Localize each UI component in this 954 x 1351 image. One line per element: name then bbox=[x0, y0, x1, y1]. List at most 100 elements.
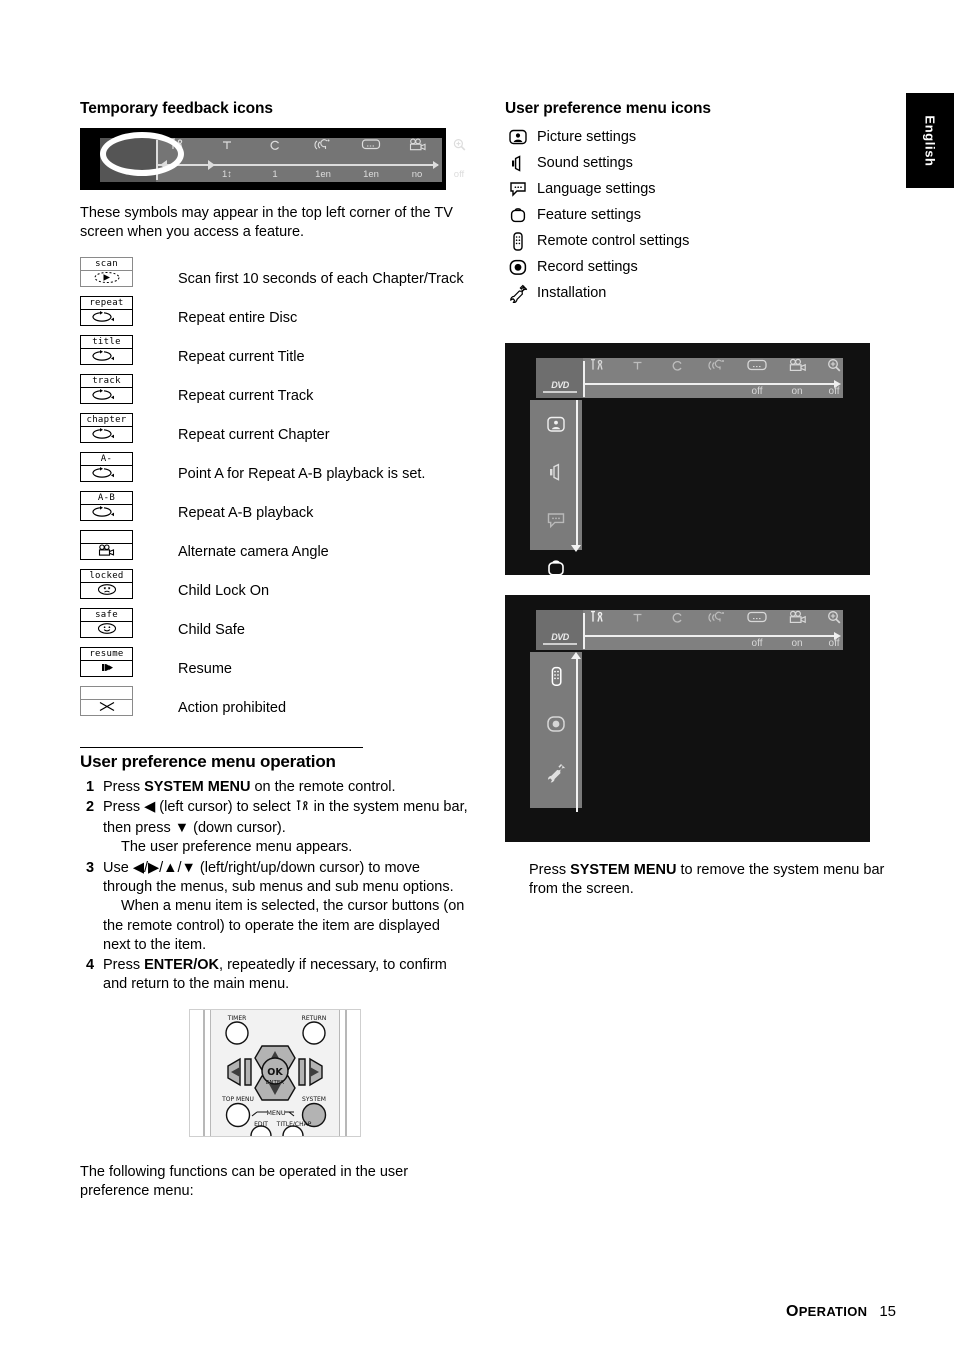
step-sub-text: When a menu item is selected, the cursor… bbox=[103, 898, 465, 953]
title-icon bbox=[204, 138, 250, 158]
feedback-slot-value: no bbox=[411, 169, 423, 180]
feedback-slot-zoom: off bbox=[436, 138, 482, 180]
side-icon-language[interactable] bbox=[530, 496, 582, 544]
feedback-icon-text: Repeat entire Disc bbox=[178, 309, 298, 326]
badge-label: repeat bbox=[81, 297, 132, 310]
side-icon-installation[interactable] bbox=[530, 748, 582, 796]
menu-slot-zoom: off bbox=[811, 610, 857, 650]
pref-icon-label: Feature settings bbox=[537, 207, 641, 223]
feedback-slot-audio: 1en bbox=[300, 138, 346, 180]
feature-settings-icon bbox=[505, 207, 531, 224]
badge-label: A-B bbox=[81, 492, 132, 505]
feedback-slot-value: 1en bbox=[315, 169, 331, 180]
side-icon-remote-control[interactable] bbox=[530, 652, 582, 700]
pref-icon-row: Remote control settings bbox=[505, 228, 895, 254]
pref-icon-label: Record settings bbox=[537, 259, 638, 275]
feedback-icon-badge: track bbox=[80, 373, 133, 404]
temporary-feedback-screenshot: 1↕ 1 1en 1en no off bbox=[80, 128, 465, 190]
menu-slot-value: off bbox=[828, 386, 840, 397]
feedback-icon-row: repeat Repeat entire Disc bbox=[80, 295, 470, 335]
chapter-icon bbox=[252, 138, 298, 158]
feedback-slot-value: 1↕ bbox=[221, 169, 233, 180]
step-text: Press ENTER/OK, repeatedly if necessary,… bbox=[103, 957, 447, 993]
feedback-icon-text: Repeat current Track bbox=[178, 387, 314, 404]
page-footer: OPERATION 15 bbox=[786, 1303, 896, 1321]
pref-icon-label: Remote control settings bbox=[537, 233, 690, 249]
pref-icon-label: Installation bbox=[537, 285, 607, 301]
feedback-slot-subtitle: 1en bbox=[348, 138, 394, 180]
feedback-slot-value: 1 bbox=[272, 169, 278, 180]
footer-page-number: 15 bbox=[879, 1303, 896, 1320]
step-number: 2 bbox=[86, 798, 95, 815]
resume-icon bbox=[81, 661, 132, 676]
feedback-icon-badge: chapter bbox=[80, 412, 133, 443]
remote-top-menu-label: TOP MENU bbox=[221, 1096, 254, 1103]
footer-section-label: OPERATION bbox=[785, 1303, 868, 1320]
remote-return-label: RETURN bbox=[302, 1015, 327, 1022]
system-menu-note: Press SYSTEM MENU to remove the system m… bbox=[529, 862, 885, 898]
feedback-icon-text: Child Safe bbox=[178, 621, 245, 638]
sad-face-icon bbox=[81, 583, 132, 598]
feedback-slot-value: off bbox=[453, 169, 465, 180]
feedback-icon-row: A- Point A for Repeat A-B playback is se… bbox=[80, 451, 470, 491]
feedback-icon-row: chapter Repeat current Chapter bbox=[80, 412, 470, 452]
feedback-icon-row: Alternate camera Angle bbox=[80, 529, 470, 569]
repeat-icon bbox=[81, 427, 132, 442]
badge-label: scan bbox=[81, 258, 132, 271]
pref-icon-row: Sound settings bbox=[505, 150, 895, 176]
scroll-indicator-line bbox=[576, 659, 578, 812]
feedback-icon-text: Child Lock On bbox=[178, 582, 270, 599]
step-text: Use ◀/▶/▲/▼ (left/right/up/down cursor) … bbox=[103, 860, 470, 955]
feedback-icon-badge bbox=[80, 529, 133, 560]
scroll-arrow-down-icon bbox=[571, 545, 581, 552]
disc-type-underline bbox=[543, 391, 577, 393]
feedback-icon-text: Point A for Repeat A-B playback is set. bbox=[178, 465, 426, 482]
pref-icon-label: Picture settings bbox=[537, 129, 637, 145]
step-number: 1 bbox=[86, 778, 95, 795]
language-settings-icon bbox=[505, 181, 531, 197]
feedback-icon-badge bbox=[80, 685, 133, 716]
happy-face-icon bbox=[81, 622, 132, 637]
zoom-icon bbox=[436, 138, 482, 158]
feedback-icon-row: scan Scan first 10 seconds of each Chapt… bbox=[80, 256, 470, 296]
operation-section: User preference menu operation 1 Press S… bbox=[80, 746, 470, 1147]
remote-ok-label: OK bbox=[267, 1067, 283, 1078]
feedback-slot-value: 1en bbox=[363, 169, 379, 180]
system-menu-icon bbox=[295, 799, 310, 819]
right-column: User preference menu icons Picture setti… bbox=[505, 100, 895, 842]
remote-timer-label: TIMER bbox=[227, 1015, 247, 1022]
scan-icon bbox=[81, 271, 132, 286]
pref-icon-row: Picture settings bbox=[505, 124, 895, 150]
feedback-slot-title: 1↕ bbox=[204, 138, 250, 180]
user-preference-icon-list: Picture settings Sound settings Language… bbox=[505, 124, 895, 306]
remote-edit-label: EDIT bbox=[254, 1121, 268, 1128]
remote-enter-label: ENTER bbox=[266, 1080, 284, 1086]
user-preference-icons-heading: User preference menu icons bbox=[505, 100, 711, 117]
feedback-icon-text: Action prohibited bbox=[178, 699, 287, 716]
repeat-icon bbox=[81, 505, 132, 520]
temporary-feedback-intro: These symbols may appear in the top left… bbox=[80, 205, 453, 241]
scroll-indicator-line bbox=[576, 400, 578, 547]
disc-type-underline bbox=[543, 643, 577, 645]
feedback-icon-badge: title bbox=[80, 334, 133, 365]
audio-language-icon bbox=[300, 138, 346, 158]
language-tab-label: English bbox=[922, 114, 938, 167]
feedback-icon-row: A-B Repeat A-B playback bbox=[80, 490, 470, 530]
feedback-icon-badge: resume bbox=[80, 646, 133, 677]
side-icon-sound[interactable] bbox=[530, 448, 582, 496]
pref-icon-row: Record settings bbox=[505, 254, 895, 280]
feedback-icon-badge: locked bbox=[80, 568, 133, 599]
badge-label: locked bbox=[81, 570, 132, 583]
side-icon-picture[interactable] bbox=[530, 400, 582, 448]
pref-icon-row: Installation bbox=[505, 280, 895, 306]
camera-angle-icon bbox=[394, 138, 440, 158]
preference-side-panel bbox=[530, 400, 582, 576]
side-icon-record[interactable] bbox=[530, 700, 582, 748]
feedback-icon-row: track Repeat current Track bbox=[80, 373, 470, 413]
step-text: Press ◀ (left cursor) to select in the s… bbox=[103, 799, 470, 858]
camera-angle-icon bbox=[81, 544, 132, 559]
feedback-icon-badge: repeat bbox=[80, 295, 133, 326]
feedback-icon-row: Action prohibited bbox=[80, 685, 470, 725]
remote-title-chap-label: TITLE/CHAP bbox=[276, 1121, 312, 1128]
temporary-feedback-heading: Temporary feedback icons bbox=[80, 100, 273, 117]
